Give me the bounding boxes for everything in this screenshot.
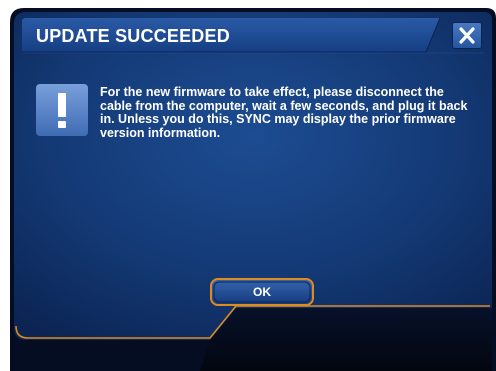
ok-button[interactable]: OK <box>210 278 314 306</box>
screen: UPDATE SUCCEEDED For the new firmware to… <box>0 0 496 371</box>
close-button[interactable] <box>452 22 482 49</box>
ok-button-label: OK <box>253 285 271 299</box>
exclamation-icon <box>36 84 88 136</box>
dialog-title: UPDATE SUCCEEDED <box>36 26 230 46</box>
dialog-message: For the new firmware to take effect, ple… <box>100 85 468 140</box>
dialog-background <box>10 8 496 371</box>
close-icon <box>452 22 482 49</box>
